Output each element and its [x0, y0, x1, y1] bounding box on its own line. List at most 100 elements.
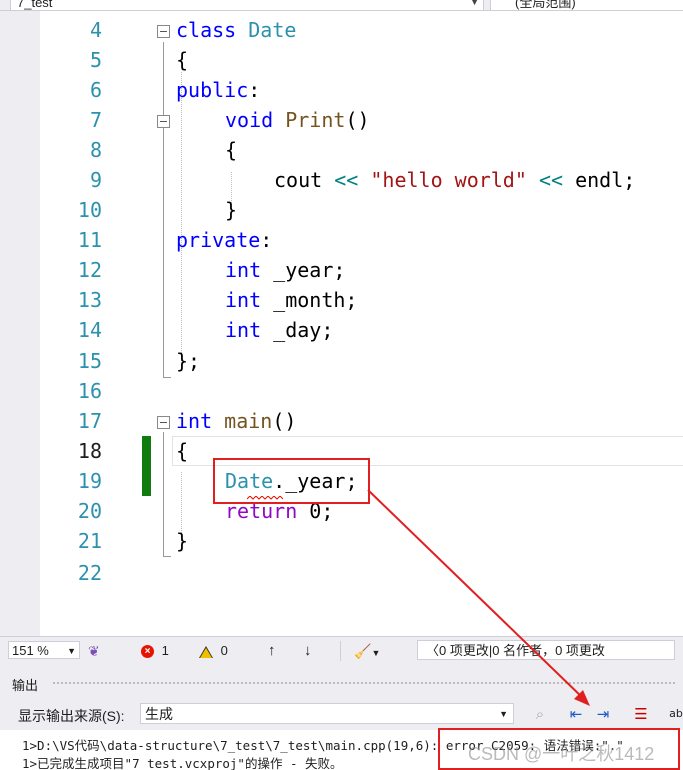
- line-number: 9: [89, 168, 102, 192]
- code-cleanup-button[interactable]: 🧹▼: [354, 641, 380, 661]
- clear-all-button[interactable]: ☰: [631, 704, 651, 724]
- code-text: }: [225, 198, 238, 222]
- word-wrap-icon: ab: [669, 707, 683, 720]
- chevron-down-icon: ▼: [67, 646, 76, 656]
- warning-count: 0: [220, 643, 228, 658]
- previous-issue-button[interactable]: ↑: [268, 641, 276, 661]
- keyword: class: [176, 18, 237, 42]
- code-line-10: 10 }: [0, 195, 683, 225]
- code-line-16: 16: [0, 376, 683, 406]
- go-to-previous-icon: ⇤: [569, 705, 583, 723]
- annotation-box-code: [213, 458, 370, 504]
- line-number: 5: [89, 48, 102, 72]
- semicolon: ;: [333, 258, 346, 282]
- word-wrap-button[interactable]: ab: [666, 704, 683, 724]
- code-text: }: [176, 529, 189, 553]
- code-text: {: [176, 439, 189, 463]
- scope-name: (全局范围): [515, 0, 576, 10]
- output-line-result: 1>已完成生成项目"7_test.vcxproj"的操作 - 失败。: [22, 756, 343, 770]
- warning-count-button[interactable]: 0: [199, 641, 228, 661]
- arrow-up-icon: ↑: [268, 642, 276, 659]
- operator: <<: [538, 168, 564, 192]
- code-text: {: [225, 138, 238, 162]
- line-number: 10: [77, 198, 102, 222]
- zoom-level: 151 %: [12, 643, 49, 658]
- semicolon: ;: [321, 318, 334, 342]
- line-number: 6: [89, 78, 102, 102]
- semicolon: ;: [623, 168, 636, 192]
- watermark: CSDN @一叶之秋1412: [468, 744, 655, 764]
- error-count-button[interactable]: × 1: [141, 641, 169, 661]
- editor-status-bar: 151 % ▼ ❦ × 1 0 ↑ ↓ 🧹▼ 〈0 项更改|0 名作者，0 项更…: [0, 636, 683, 665]
- line-number: 22: [77, 561, 102, 585]
- project-dropdown[interactable]: 7_test ▼: [10, 0, 484, 10]
- previous-message-button[interactable]: ⇤: [566, 704, 586, 724]
- identifier: endl: [575, 168, 624, 192]
- code-text: };: [176, 349, 201, 373]
- next-issue-button[interactable]: ↓: [304, 641, 312, 661]
- line-number: 8: [89, 138, 102, 162]
- outline-guide-end: [163, 556, 171, 557]
- code-line-6: 6 public:: [0, 75, 683, 105]
- output-panel-title: 输出: [12, 678, 39, 693]
- code-editor[interactable]: − − − 4 class Date 5 { 6 public: 7 void …: [0, 11, 683, 636]
- line-number: 4: [89, 18, 102, 42]
- panel-grip[interactable]: [52, 681, 677, 686]
- scope-dropdown[interactable]: (全局范围): [490, 0, 683, 10]
- keyword: void: [225, 108, 274, 132]
- error-icon: ×: [141, 645, 154, 659]
- operator: <<: [334, 168, 359, 192]
- output-source-value: 生成: [145, 706, 173, 722]
- keyword: int: [225, 258, 262, 282]
- output-source-dropdown[interactable]: 生成 ▼: [140, 703, 514, 724]
- keyword: int: [225, 318, 262, 342]
- colon: :: [260, 228, 273, 252]
- editor-navigation-bar: 7_test ▼ (全局范围): [0, 0, 683, 11]
- code-line-22: 22: [0, 558, 683, 588]
- line-number: 17: [77, 409, 102, 433]
- find-icon: ⌕: [535, 705, 545, 723]
- next-message-button[interactable]: ⇥: [593, 704, 613, 724]
- code-text: {: [176, 48, 189, 72]
- error-count: 1: [161, 643, 169, 658]
- output-source-label: 显示输出来源(S):: [18, 708, 125, 724]
- code-line-9: 9 cout << "hello world" << endl;: [0, 165, 683, 195]
- arrow-down-icon: ↓: [304, 642, 312, 659]
- go-to-next-icon: ⇥: [596, 705, 610, 723]
- git-changes-indicator[interactable]: 〈0 项更改|0 名作者，0 项更改: [417, 640, 675, 660]
- colon: :: [248, 78, 261, 102]
- code-line-21: 21 }: [0, 526, 683, 556]
- semicolon: ;: [345, 288, 358, 312]
- identifier: _year: [273, 258, 334, 282]
- function-name: Print: [285, 108, 346, 132]
- zoom-dropdown[interactable]: 151 % ▼: [8, 641, 80, 659]
- type-name: Date: [248, 18, 297, 42]
- intellicode-icon[interactable]: ❦: [88, 641, 100, 661]
- line-number: 15: [77, 349, 102, 373]
- code-line-11: 11 private:: [0, 225, 683, 255]
- parens: (): [345, 108, 370, 132]
- line-number: 19: [77, 469, 102, 493]
- line-number-current: 18: [77, 439, 102, 463]
- line-number: 20: [77, 499, 102, 523]
- chevron-down-icon: ▼: [371, 648, 381, 658]
- function-name: main: [224, 409, 273, 433]
- identifier: _month: [273, 288, 346, 312]
- code-line-8: 8 {: [0, 135, 683, 165]
- project-name: 7_test: [17, 0, 53, 10]
- line-number: 13: [77, 288, 102, 312]
- keyword: int: [176, 409, 213, 433]
- find-message-in-code-button[interactable]: ⌕: [530, 704, 550, 724]
- line-number: 11: [77, 228, 102, 252]
- clear-all-icon: ☰: [634, 705, 648, 723]
- line-number: 14: [77, 318, 102, 342]
- identifier: cout: [274, 168, 323, 192]
- chevron-left-icon: 〈: [426, 643, 440, 658]
- separator: [340, 641, 341, 661]
- chevron-down-icon: ▼: [499, 709, 508, 719]
- code-line-15: 15 };: [0, 346, 683, 376]
- parens: (): [272, 409, 297, 433]
- line-number: 21: [77, 529, 102, 553]
- code-line-7: 7 void Print(): [0, 105, 683, 135]
- line-number: 12: [77, 258, 102, 282]
